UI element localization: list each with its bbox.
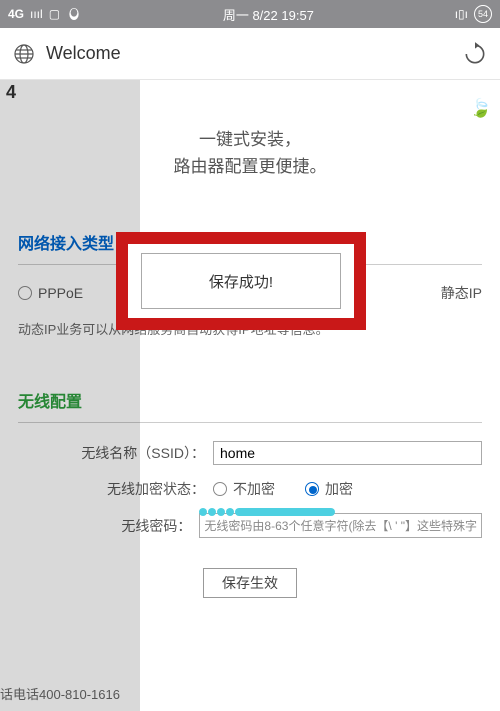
network-icon: 4G [8,7,24,21]
wlan-title: 无线配置 [18,388,482,423]
enc-row: 无线加密状态： 不加密 加密 [18,479,482,499]
status-bar: 4G ıııl ▢ 周一 8/22 19:57 ı▯ı 54 [0,0,500,28]
save-button[interactable]: 保存生效 [203,568,297,598]
wan-static[interactable]: 静态IP [441,283,482,303]
wan-pppoe-label: PPPoE [38,285,83,301]
image-icon: ▢ [49,7,60,21]
footer-phone: 话电话400-810-1616 [0,684,120,703]
status-right: ı▯ı 54 [455,5,492,23]
enc-none-label: 不加密 [233,479,275,499]
enc-on-label: 加密 [325,479,353,499]
battery-icon: 54 [474,5,492,23]
leaf-icon: 🍃 [470,98,492,119]
pwd-label: 无线密码： [18,516,199,536]
ssid-label: 无线名称（SSID）： [18,443,213,463]
wan-static-label: 静态IP [441,283,482,303]
pwd-row: 无线密码： 无线密码由8-63个任意字符(除去【\ ' "】这些特殊字 [18,513,482,538]
enc-none[interactable]: 不加密 [213,479,275,499]
vibrate-icon: ı▯ı [455,7,468,21]
signal-icon: ıııl [30,7,43,21]
ssid-input[interactable] [213,441,482,465]
hero: 一键式安装， 路由器配置更便捷。 [0,126,500,180]
modal-message: 保存成功! [141,253,341,309]
globe-icon [12,42,36,66]
hero-line2: 路由器配置更便捷。 [0,153,500,180]
page-indicator: 4 [6,82,16,103]
url-text[interactable]: Welcome [46,43,462,64]
browser-bar: Welcome [0,28,500,80]
page-content: 4 🍃 一键式安装， 路由器配置更便捷。 网络接入类型 PPPoE 静态IP 动… [0,80,500,711]
pwd-redaction [199,503,339,519]
hero-line1: 一键式安装， [0,126,500,153]
status-left: 4G ıııl ▢ [8,6,82,22]
success-modal: 保存成功! [116,232,366,330]
ssid-row: 无线名称（SSID）： [18,441,482,465]
enc-label: 无线加密状态： [18,479,213,499]
status-datetime: 周一 8/22 19:57 [82,5,455,24]
refresh-icon[interactable] [462,41,488,67]
wlan-section: 无线配置 无线名称（SSID）： 无线加密状态： 不加密 加密 无线密码： 无线… [0,388,500,598]
qq-icon [66,6,82,22]
wan-pppoe[interactable]: PPPoE [18,285,83,301]
enc-on[interactable]: 加密 [305,479,353,499]
